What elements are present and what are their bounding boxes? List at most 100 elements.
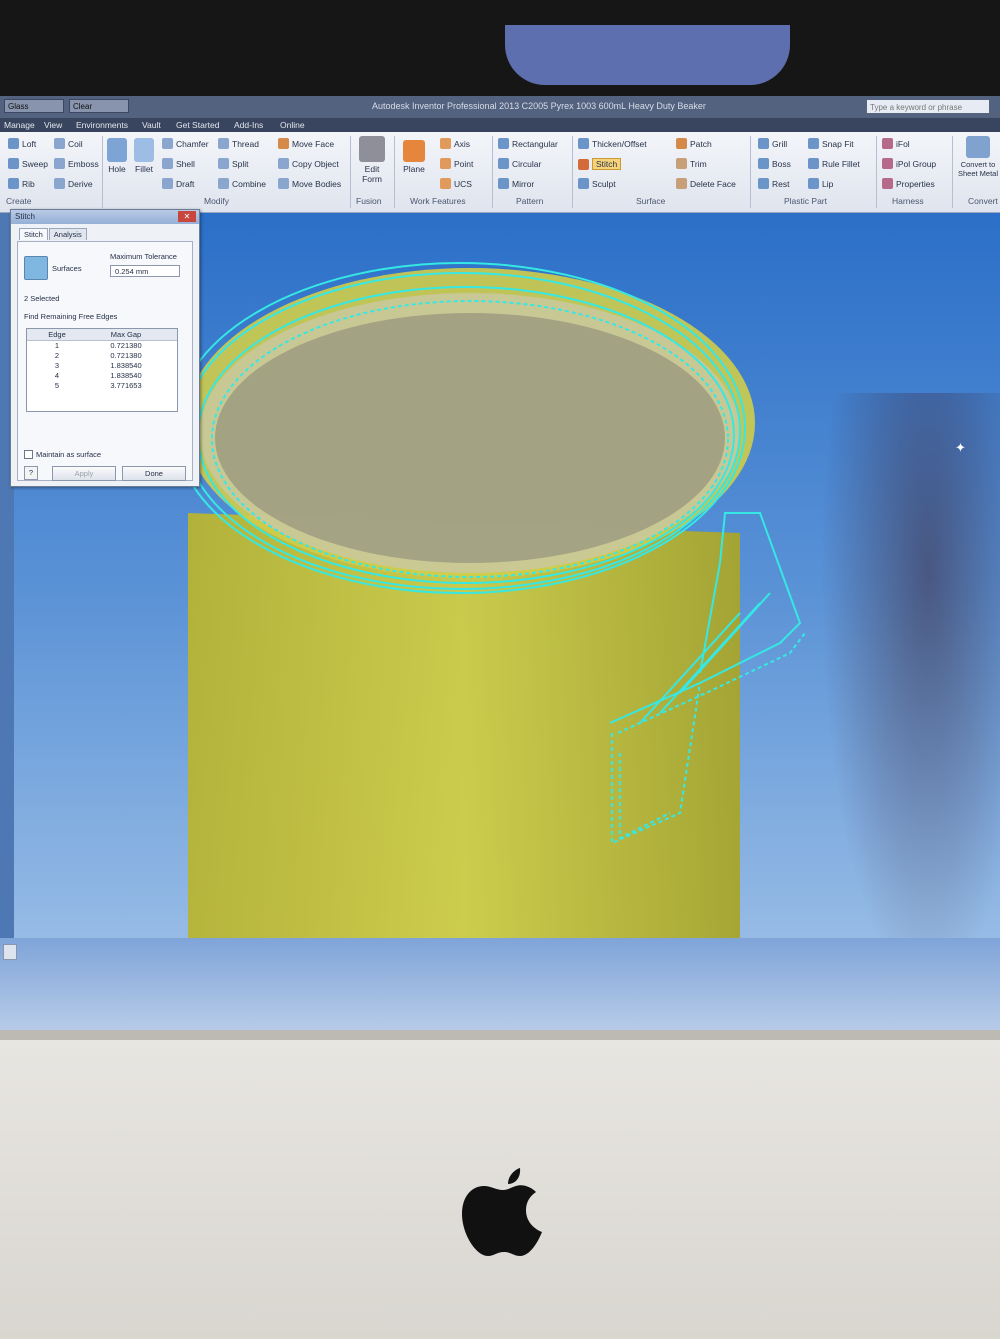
dialog-title: Stitch — [11, 210, 199, 224]
emboss-button[interactable]: Emboss — [54, 158, 99, 169]
max-tolerance-input[interactable]: 0.254 mm — [110, 265, 180, 277]
tab-vault[interactable]: Vault — [142, 120, 161, 130]
tab-environments[interactable]: Environments — [76, 120, 128, 130]
apply-button[interactable]: Apply — [52, 466, 116, 481]
mirror-icon — [498, 178, 509, 189]
grill-button[interactable]: Grill — [758, 138, 787, 149]
draft-icon — [162, 178, 173, 189]
dialog-body: Surfaces Maximum Tolerance 0.254 mm 2 Se… — [17, 241, 193, 481]
done-button[interactable]: Done — [122, 466, 186, 481]
group-plastic-part: Plastic Part — [784, 196, 827, 206]
loft-button[interactable]: Loft — [8, 138, 36, 149]
table-header: Edge Max Gap — [27, 329, 177, 341]
table-row[interactable]: 2 0.721380 — [27, 351, 177, 361]
find-free-edges-label: Find Remaining Free Edges — [24, 312, 118, 321]
rule-fillet-button[interactable]: Rule Fillet — [808, 158, 860, 169]
quick-access-toolbar: Glass Clear — [4, 99, 129, 113]
tab-manage[interactable]: Manage — [4, 120, 35, 130]
edit-form-icon — [359, 136, 385, 162]
material-dropdown[interactable]: Glass — [4, 99, 64, 113]
move-bodies-button[interactable]: Move Bodies — [278, 178, 341, 189]
edit-form-button[interactable]: Edit Form — [356, 136, 388, 184]
plane-button[interactable]: Plane — [400, 140, 428, 174]
rectangular-pattern-button[interactable]: Rectangular — [498, 138, 558, 149]
fillet-button[interactable]: Fillet — [132, 138, 156, 174]
lip-button[interactable]: Lip — [808, 178, 833, 189]
rest-icon — [758, 178, 769, 189]
properties-icon — [882, 178, 893, 189]
tab-online[interactable]: Online — [280, 120, 305, 130]
mirror-button[interactable]: Mirror — [498, 178, 534, 189]
sculpt-button[interactable]: Sculpt — [578, 178, 616, 189]
maintain-as-surface-checkbox[interactable]: Maintain as surface — [24, 450, 101, 459]
snap-fit-button[interactable]: Snap Fit — [808, 138, 854, 149]
sheet-metal-icon — [966, 136, 990, 158]
thread-button[interactable]: Thread — [218, 138, 259, 149]
hole-button[interactable]: Hole — [106, 138, 128, 174]
group-harness: Harness — [892, 196, 924, 206]
draft-button[interactable]: Draft — [162, 178, 194, 189]
boss-button[interactable]: Boss — [758, 158, 791, 169]
monitor-chin-edge — [0, 1030, 1000, 1040]
separator — [102, 136, 103, 208]
tab-stitch[interactable]: Stitch — [19, 228, 48, 240]
convert-sheet-metal-button[interactable]: Convert to Sheet Metal — [956, 136, 1000, 178]
rib-button[interactable]: Rib — [8, 178, 35, 189]
tab-get-started[interactable]: Get Started — [176, 120, 219, 130]
tab-add-ins[interactable]: Add-Ins — [234, 120, 263, 130]
separator — [350, 136, 351, 208]
appearance-dropdown[interactable]: Clear — [69, 99, 129, 113]
thicken-offset-icon — [578, 138, 589, 149]
rest-button[interactable]: Rest — [758, 178, 789, 189]
shell-button[interactable]: Shell — [162, 158, 195, 169]
ifol-button[interactable]: iFol — [882, 138, 910, 149]
thicken-offset-button[interactable]: Thicken/Offset — [578, 138, 647, 149]
ipol-group-button[interactable]: iPol Group — [882, 158, 936, 169]
axis-button[interactable]: Axis — [440, 138, 470, 149]
surfaces-label: Surfaces — [52, 264, 82, 273]
chamfer-button[interactable]: Chamfer — [162, 138, 209, 149]
group-surface: Surface — [636, 196, 666, 206]
table-row[interactable]: 5 3.771653 — [27, 381, 177, 391]
close-icon[interactable]: ✕ — [178, 211, 196, 222]
tab-analysis[interactable]: Analysis — [48, 228, 87, 240]
separator — [876, 136, 877, 208]
lip-icon — [808, 178, 819, 189]
checkbox-icon[interactable] — [24, 450, 33, 459]
copy-object-button[interactable]: Copy Object — [278, 158, 339, 169]
patch-button[interactable]: Patch — [676, 138, 712, 149]
taskbar — [0, 938, 1000, 1030]
sweep-button[interactable]: Sweep — [8, 158, 48, 169]
stitch-button[interactable]: Stitch — [578, 158, 622, 170]
group-convert: Convert — [968, 196, 998, 206]
coil-button[interactable]: Coil — [54, 138, 83, 149]
selection-count: 2 Selected — [24, 294, 60, 303]
surfaces-select-button[interactable] — [24, 256, 48, 280]
trim-button[interactable]: Trim — [676, 158, 707, 169]
tab-view[interactable]: View — [44, 120, 62, 130]
free-edges-table[interactable]: Edge Max Gap 1 0.721380 2 0.721380 3 1.8385… — [26, 328, 178, 412]
derive-button[interactable]: Derive — [54, 178, 93, 189]
taskbar-app-icon[interactable] — [3, 944, 17, 960]
circular-pattern-button[interactable]: Circular — [498, 158, 541, 169]
table-row[interactable]: 3 1.838540 — [27, 361, 177, 371]
point-button[interactable]: Point — [440, 158, 473, 169]
group-fusion: Fusion — [356, 196, 382, 206]
snap-fit-icon — [808, 138, 819, 149]
group-work-features: Work Features — [410, 196, 466, 206]
split-button[interactable]: Split — [218, 158, 249, 169]
rib-icon — [8, 178, 19, 189]
move-bodies-icon — [278, 178, 289, 189]
combine-button[interactable]: Combine — [218, 178, 266, 189]
delete-face-button[interactable]: Delete Face — [676, 178, 736, 189]
rectangular-pattern-icon — [498, 138, 509, 149]
table-row[interactable]: 1 0.721380 — [27, 341, 177, 351]
help-button[interactable]: ? — [24, 466, 38, 480]
help-search-input[interactable]: Type a keyword or phrase — [866, 99, 990, 114]
derive-icon — [54, 178, 65, 189]
top-reflection — [505, 25, 790, 85]
ucs-button[interactable]: UCS — [440, 178, 472, 189]
move-face-button[interactable]: Move Face — [278, 138, 334, 149]
table-row[interactable]: 4 1.838540 — [27, 371, 177, 381]
properties-button[interactable]: Properties — [882, 178, 935, 189]
